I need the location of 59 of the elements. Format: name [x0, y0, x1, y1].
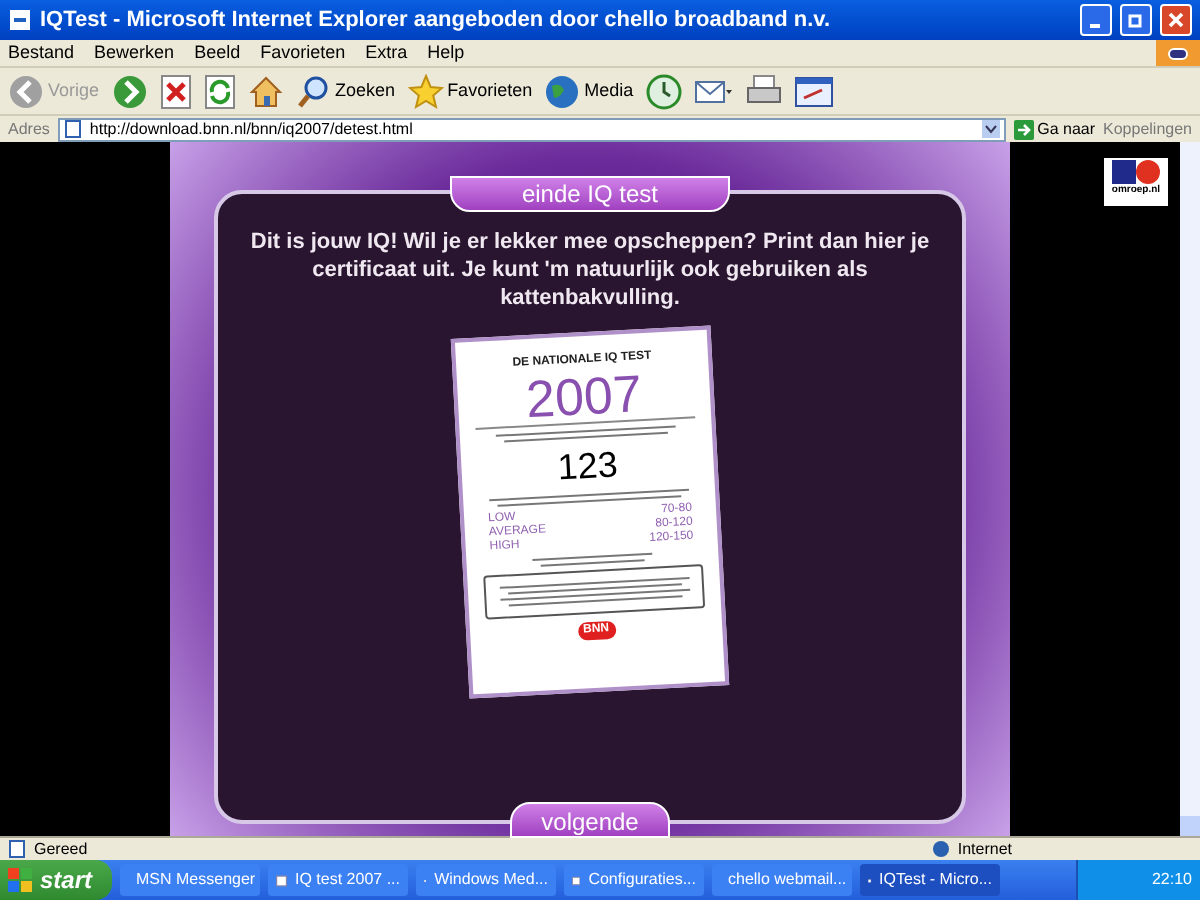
arrow-icon — [1013, 119, 1034, 139]
toolbar-button[interactable]: Media — [544, 73, 634, 109]
taskbar-button[interactable]: IQTest - Micro... — [860, 864, 1000, 896]
fine-print — [532, 552, 653, 568]
taskbar-button[interactable]: Configuraties... — [564, 864, 704, 896]
stop-icon — [159, 73, 192, 109]
taskbar-button[interactable]: MSN Messenger — [120, 864, 260, 896]
minimize-button[interactable] — [1080, 4, 1112, 36]
printer-icon — [745, 73, 782, 109]
menu-item[interactable]: Favorieten — [260, 39, 346, 67]
logo-icon — [1110, 160, 1162, 184]
star-icon — [407, 73, 444, 109]
start-button[interactable]: start — [0, 860, 112, 900]
address-field[interactable]: http://download.bnn.nl/bnn/iq2007/detest.html — [57, 117, 1006, 141]
globe-icon — [931, 840, 950, 858]
toolbar-button[interactable] — [793, 73, 834, 109]
status-text: Gereed — [34, 837, 90, 861]
menu-item[interactable]: Bestand — [8, 39, 75, 67]
menu-item[interactable]: Extra — [365, 39, 408, 67]
toolbar-button[interactable] — [111, 73, 148, 109]
iq-score: 123 — [556, 442, 619, 490]
house-icon — [247, 73, 284, 109]
certificate-year: 2007 — [524, 367, 644, 426]
close-icon — [1168, 12, 1184, 28]
menu-item[interactable]: Help — [427, 39, 465, 67]
refresh-icon — [203, 73, 236, 109]
document-icon — [793, 73, 834, 109]
clock-icon — [645, 73, 682, 109]
toolbar-button[interactable] — [745, 73, 782, 109]
toolbar-button[interactable] — [247, 73, 284, 109]
go-button[interactable]: Ga naar — [1013, 117, 1096, 141]
page-icon — [8, 8, 32, 32]
taskbar-button[interactable]: IQ test 2007 ... — [268, 864, 408, 896]
search-icon — [295, 73, 332, 109]
restore-button[interactable] — [1120, 4, 1152, 36]
page-icon — [8, 840, 26, 858]
globe-icon — [544, 73, 581, 109]
result-message: Dit is jouw IQ! Wil je er lekker mee opscheppen? Print dan hier je certificaat uit. Je kunt 'm natuurlijk ook gebruiken als kattenbakvulling. — [248, 228, 932, 312]
window-title: IQTest - Microsoft Internet Explorer aangeboden door chello broadband n.v. — [40, 5, 833, 36]
zone-text: Internet — [957, 837, 1012, 861]
toolbar-button[interactable] — [693, 75, 734, 107]
toolbar-button[interactable] — [203, 73, 236, 109]
page-icon — [63, 120, 82, 138]
envelope-icon — [693, 75, 734, 107]
toolbar-button[interactable]: Favorieten — [407, 73, 533, 109]
menu-item[interactable]: Beeld — [194, 39, 241, 67]
address-label: Adres — [8, 117, 50, 141]
menu-item[interactable]: Bewerken — [94, 39, 175, 67]
restore-icon — [1128, 12, 1144, 28]
taskbar-button[interactable]: chello webmail... — [712, 864, 852, 896]
next-button[interactable]: volgende — [510, 802, 670, 838]
toolbar-button[interactable] — [645, 73, 682, 109]
links-label[interactable]: Koppelingen — [1103, 117, 1192, 141]
close-button[interactable] — [1160, 4, 1192, 36]
toolbar-button[interactable] — [159, 73, 192, 109]
clock: 22:10 — [1151, 868, 1192, 892]
taskbar-button[interactable]: Windows Med... — [416, 864, 556, 896]
dropdown-arrow-icon — [981, 120, 1000, 138]
toolbar-button[interactable]: Zoeken — [295, 73, 396, 109]
